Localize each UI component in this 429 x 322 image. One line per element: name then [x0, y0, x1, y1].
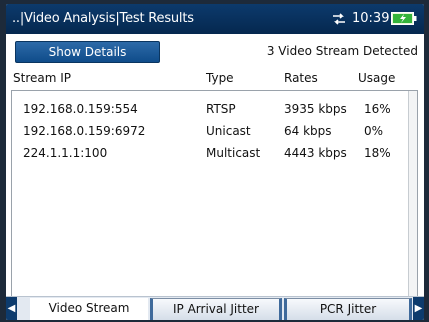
- tab-scroll-right-icon[interactable]: ▶: [413, 297, 424, 320]
- tab-video-stream[interactable]: Video Stream: [30, 298, 148, 320]
- window-title: ..|Video Analysis|Test Results: [12, 11, 194, 26]
- tab-ip-arrival-jitter[interactable]: IP Arrival Jitter: [150, 298, 282, 320]
- title-bar: ..|Video Analysis|Test Results 10:39: [6, 4, 424, 34]
- usage-cell: 16%: [364, 102, 391, 116]
- column-header-type: Type: [206, 71, 234, 85]
- rate-cell: 4443 kbps: [284, 146, 347, 160]
- rate-cell: 64 kbps: [284, 124, 332, 138]
- stream-ip-cell: 224.1.1.1:100: [23, 146, 108, 160]
- clock: 10:39: [352, 11, 390, 26]
- stream-list[interactable]: 192.168.0.159:554 RTSP 3935 kbps 16% 192…: [11, 90, 418, 297]
- table-row[interactable]: 192.168.0.159:6972 Unicast 64 kbps 0%: [12, 121, 407, 143]
- column-header-stream-ip: Stream IP: [13, 71, 72, 85]
- usage-cell: 18%: [364, 146, 391, 160]
- type-cell: Unicast: [206, 124, 251, 138]
- column-header-usage: Usage: [358, 71, 396, 85]
- usage-cell: 0%: [364, 124, 384, 138]
- detected-count-text: 3 Video Stream Detected: [266, 44, 418, 58]
- table-header: Stream IP Type Rates Usage: [6, 66, 424, 90]
- show-details-button[interactable]: Show Details: [15, 41, 160, 63]
- table-row[interactable]: 192.168.0.159:554 RTSP 3935 kbps 16%: [12, 99, 407, 121]
- vertical-scrollbar[interactable]: [408, 91, 417, 296]
- tab-pcr-jitter[interactable]: PCR Jitter: [284, 298, 412, 320]
- tab-scroll-left-icon[interactable]: ◀: [6, 297, 17, 320]
- table-row[interactable]: 224.1.1.1:100 Multicast 4443 kbps 18%: [12, 143, 407, 165]
- type-cell: Multicast: [206, 146, 261, 160]
- stream-ip-cell: 192.168.0.159:554: [23, 102, 138, 116]
- column-header-rates: Rates: [284, 71, 318, 85]
- app-screen: ..|Video Analysis|Test Results 10:39 Sho…: [6, 4, 424, 320]
- tab-bar: ◀ Video Stream IP Arrival Jitter PCR Jit…: [6, 296, 424, 320]
- stream-ip-cell: 192.168.0.159:6972: [23, 124, 146, 138]
- battery-charging-icon: [391, 12, 417, 25]
- rate-cell: 3935 kbps: [284, 102, 347, 116]
- type-cell: RTSP: [206, 102, 236, 116]
- network-activity-icon: [333, 13, 345, 25]
